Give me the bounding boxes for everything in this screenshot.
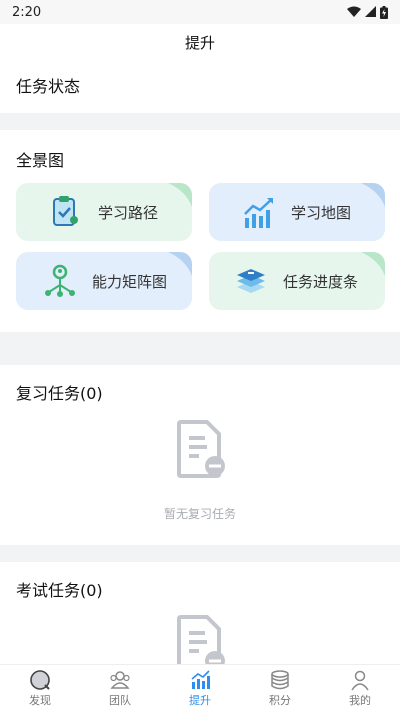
page-title: 提升 (184, 33, 215, 52)
tab-label-points: 积分 (269, 694, 291, 707)
tab-improve[interactable]: 提升 (160, 665, 240, 712)
trending-bars-icon (239, 192, 279, 232)
overview-section: 全景图 学习路径 学习地图 能力矩阵图 任务进度条 (0, 130, 400, 332)
corner-fold-decoration (168, 183, 192, 207)
status-bar: 2:20 (0, 0, 400, 24)
tile-learning-path[interactable]: 学习路径 (16, 183, 192, 241)
tab-profile[interactable]: 我的 (320, 665, 400, 712)
tile-ability-matrix[interactable]: 能力矩阵图 (16, 252, 192, 310)
task-status-title: 任务状态 (16, 77, 81, 96)
profile-icon (351, 670, 369, 691)
task-status-section[interactable]: 任务状态 (0, 60, 400, 113)
tab-label-discover: 发现 (29, 694, 51, 707)
tile-learning-map[interactable]: 学习地图 (209, 183, 385, 241)
tile-label-ability-matrix: 能力矩阵图 (92, 272, 168, 291)
layers-icon (231, 261, 271, 301)
tab-label-profile: 我的 (349, 694, 371, 707)
tab-label-team: 团队 (109, 694, 131, 707)
tab-points[interactable]: 积分 (240, 665, 320, 712)
corner-fold-decoration (361, 252, 385, 276)
improve-icon (191, 670, 210, 689)
wifi-icon (347, 6, 361, 17)
bottom-tab-bar: 发现 团队 提升 积分 我的 (0, 664, 400, 712)
tab-discover[interactable]: 发现 (0, 665, 80, 712)
network-people-icon (40, 261, 80, 301)
empty-document-icon (177, 420, 225, 478)
signal-icon (365, 6, 376, 17)
team-icon (110, 671, 130, 689)
review-tasks-title: 复习任务(0) (16, 384, 103, 403)
corner-fold-decoration (168, 252, 192, 276)
tab-team[interactable]: 团队 (80, 665, 160, 712)
discover-icon (30, 670, 50, 690)
points-icon (271, 670, 289, 690)
review-tasks-section: 复习任务(0) 暂无复习任务 (0, 365, 400, 545)
overview-title: 全景图 (16, 151, 65, 170)
tile-label-task-progress: 任务进度条 (283, 272, 359, 291)
tile-label-learning-path: 学习路径 (98, 203, 159, 222)
exam-tasks-title: 考试任务(0) (16, 581, 103, 600)
header-bar: 提升 (0, 24, 400, 60)
review-empty-text: 暂无复习任务 (163, 507, 236, 521)
tile-task-progress[interactable]: 任务进度条 (209, 252, 385, 310)
clipboard-check-icon (46, 192, 86, 232)
corner-fold-decoration (361, 183, 385, 207)
tab-label-improve: 提升 (189, 694, 211, 707)
tile-label-learning-map: 学习地图 (291, 203, 352, 222)
battery-icon (380, 5, 388, 19)
status-time: 2:20 (12, 4, 42, 20)
